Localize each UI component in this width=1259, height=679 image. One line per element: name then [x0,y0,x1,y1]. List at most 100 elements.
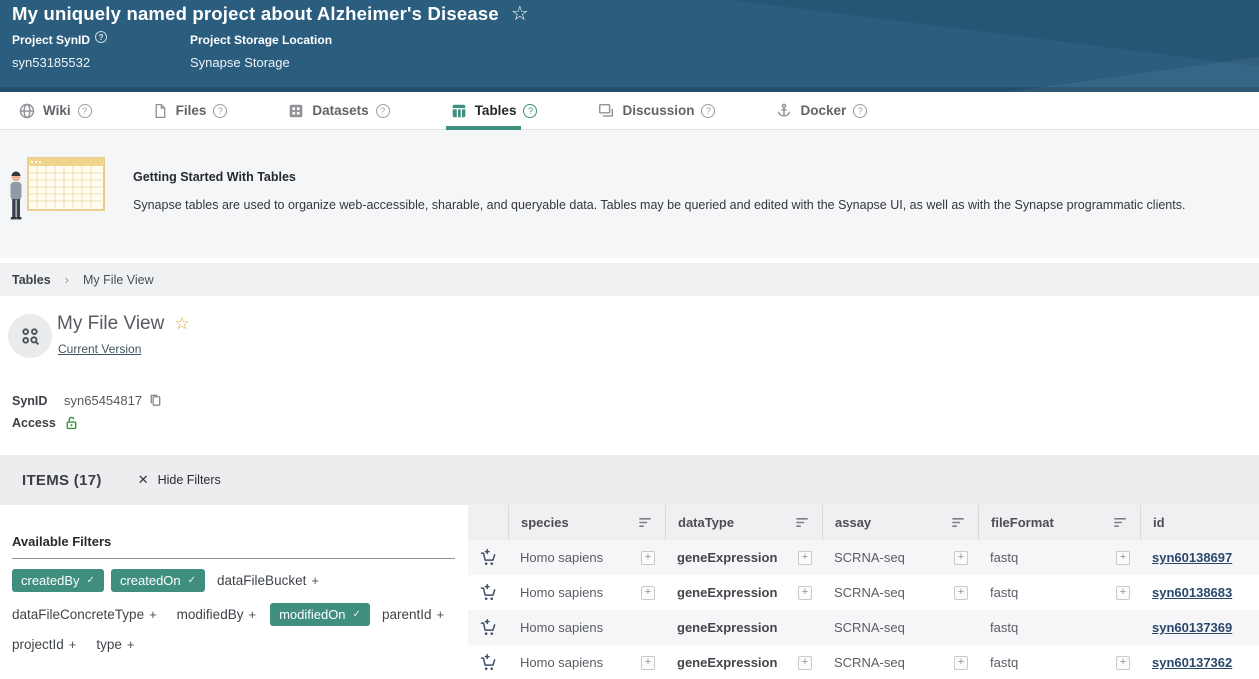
filter-option-type[interactable]: type+ [96,637,134,652]
breadcrumb: Tables › My File View [0,263,1259,296]
available-filters-panel: Available Filters createdBy✓ createdOn✓ … [0,505,456,679]
expand-icon[interactable]: + [954,656,968,670]
column-header-dataType[interactable]: dataType [665,505,822,540]
add-to-cart-button[interactable] [468,540,508,575]
filter-option-label: dataFileBucket [217,573,306,588]
filter-option-modifiedBy[interactable]: modifiedBy+ [177,607,256,622]
tables-illustration [6,156,110,240]
check-icon: ✓ [188,575,196,586]
sort-icon[interactable] [951,516,966,529]
breadcrumb-tables-link[interactable]: Tables [12,273,51,287]
expand-icon[interactable]: + [798,551,812,565]
column-header-id[interactable]: id [1140,505,1259,540]
hide-filters-button[interactable]: ✕ Hide Filters [138,472,221,488]
cart-plus-icon [478,652,499,673]
datasets-icon [287,102,305,120]
project-synid-value: syn53185532 [12,55,190,70]
help-icon[interactable]: ? [78,104,92,118]
cell-fileFormat: fastq+ [978,540,1140,575]
favorite-star-icon[interactable]: ☆ [511,4,529,24]
expand-icon[interactable]: + [954,551,968,565]
tab-discussion[interactable]: Discussion ? [593,92,719,129]
entity-link[interactable]: syn60138683 [1152,585,1232,600]
entity-favorite-star-icon[interactable]: ☆ [174,314,189,334]
filter-chip-modifiedOn[interactable]: modifiedOn ✓ [270,603,370,626]
help-icon[interactable]: ? [701,104,715,118]
items-count-title: ITEMS (17) [22,472,102,489]
add-to-cart-button[interactable] [468,610,508,645]
column-header-fileFormat[interactable]: fileFormat [978,505,1140,540]
tab-label: Datasets [312,103,368,118]
cart-plus-icon [478,617,499,638]
filter-option-parentId[interactable]: parentId+ [382,607,444,622]
filter-chip-label: createdOn [120,573,181,588]
cell-species: Homo sapiens+ [508,645,665,679]
storage-location-label: Project Storage Location [190,33,332,47]
cell-dataType: geneExpression+ [665,575,822,610]
filter-option-dataFileBucket[interactable]: dataFileBucket + [217,573,319,588]
file-view-icon [8,314,52,358]
tab-files[interactable]: Files ? [148,92,232,129]
expand-icon[interactable]: + [1116,551,1130,565]
expand-icon[interactable]: + [641,551,655,565]
sort-icon[interactable] [795,516,810,529]
add-to-cart-button[interactable] [468,575,508,610]
column-header-assay[interactable]: assay [822,505,978,540]
column-header-species[interactable]: species [508,505,665,540]
project-tab-bar: Wiki ? Files ? Datasets ? Tables ? Discu… [0,92,1259,130]
check-icon: ✓ [353,609,361,620]
tab-datasets[interactable]: Datasets ? [283,92,393,129]
cell-species: Homo sapiens+ [508,540,665,575]
help-icon[interactable]: ? [853,104,867,118]
filter-option-dataFileConcreteType[interactable]: dataFileConcreteType+ [12,607,157,622]
copy-icon[interactable] [148,393,163,408]
tab-tables[interactable]: Tables ? [446,92,542,129]
help-icon[interactable]: ? [376,104,390,118]
expand-icon[interactable]: + [798,586,812,600]
entity-link[interactable]: syn60137362 [1152,655,1232,670]
help-icon[interactable]: ? [95,31,107,43]
filter-chip-label: createdBy [21,573,80,588]
expand-icon[interactable]: + [798,656,812,670]
table-row: Homo sapiens+ geneExpression+ SCRNA-seq+… [468,610,1259,645]
synid-label: SynID [12,394,64,408]
sort-icon[interactable] [1113,516,1128,529]
expand-icon[interactable]: + [641,656,655,670]
expand-icon[interactable]: + [1116,656,1130,670]
table-header-row: species dataType assay fileFormat id [468,505,1259,540]
expand-icon[interactable]: + [641,586,655,600]
column-header-label: assay [835,515,871,530]
items-bar: ITEMS (17) ✕ Hide Filters [0,455,1259,505]
expand-icon[interactable]: + [954,586,968,600]
plus-icon: + [311,573,319,588]
cell-dataType: geneExpression+ [665,645,822,679]
filter-chip-createdBy[interactable]: createdBy✓ [12,569,104,592]
help-icon[interactable]: ? [213,104,227,118]
tab-wiki[interactable]: Wiki ? [14,92,96,129]
filter-chip-createdOn[interactable]: createdOn ✓ [111,569,205,592]
help-icon[interactable]: ? [523,104,537,118]
table-row: Homo sapiens+ geneExpression+ SCRNA-seq+… [468,575,1259,610]
add-to-cart-button[interactable] [468,645,508,679]
entity-link[interactable]: syn60138697 [1152,550,1232,565]
unlocked-lock-icon[interactable] [64,415,79,431]
filter-option-label: dataFileConcreteType [12,607,144,622]
synapse-project-page: My uniquely named project about Alzheime… [0,0,1259,679]
column-header-label: fileFormat [991,515,1054,530]
cell-id: syn60138683 [1140,575,1259,610]
cell-assay: SCRNA-seq+ [822,575,978,610]
expand-icon[interactable]: + [1116,586,1130,600]
storage-location-value: Synapse Storage [190,55,332,70]
discussion-icon [597,102,615,120]
table-icon [450,102,468,120]
getting-started-body: Synapse tables are used to organize web-… [133,197,1243,215]
chevron-right-icon: › [65,272,69,287]
table-row: Homo sapiens+ geneExpression+ SCRNA-seq+… [468,645,1259,679]
current-version-link[interactable]: Current Version [58,342,141,356]
sort-icon[interactable] [638,516,653,529]
tab-docker[interactable]: Docker ? [771,92,871,129]
filter-option-projectId[interactable]: projectId+ [12,637,76,652]
project-header: My uniquely named project about Alzheime… [0,0,1259,92]
filter-chip-label: modifiedOn [279,607,345,622]
entity-link[interactable]: syn60137369 [1152,620,1232,635]
